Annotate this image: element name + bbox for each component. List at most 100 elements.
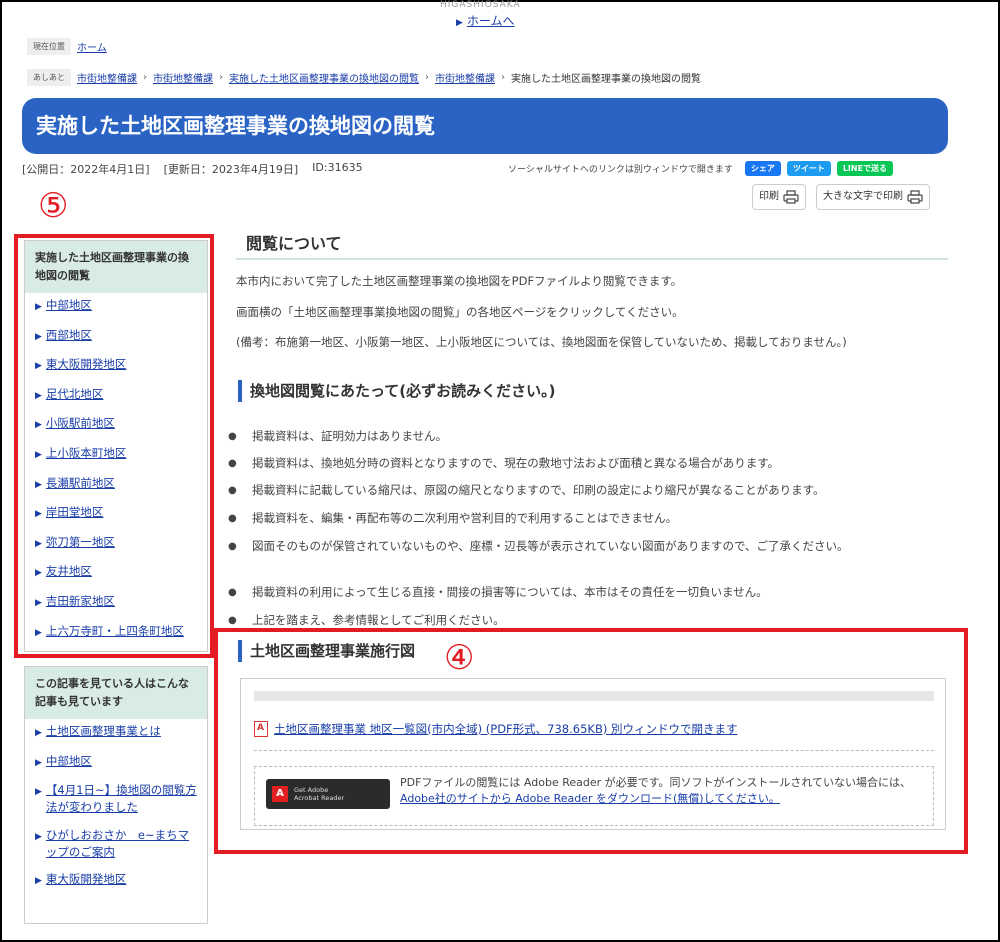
sidebar-item-link[interactable]: 友井地区 bbox=[46, 563, 92, 582]
sidebar-item-link[interactable]: 長瀬駅前地区 bbox=[46, 475, 115, 494]
notice-bullet: ● 掲載資料は、換地処分時の資料となりますので、現在の敷地寸法および面積と異なる場… bbox=[228, 454, 943, 473]
breadcrumb-separator-icon: › bbox=[143, 72, 147, 83]
bullet-icon: ● bbox=[228, 587, 237, 598]
related-item-link[interactable]: 東大阪開発地区 bbox=[46, 871, 127, 890]
site-id-text: HIGASHIOSAKA bbox=[440, 0, 521, 10]
sidebar-item[interactable]: ▶ 西部地区 bbox=[35, 327, 197, 346]
sidebar-item-link[interactable]: 東大阪開発地区 bbox=[46, 356, 127, 375]
social-links: ソーシャルサイトへのリンクは別ウィンドウで開きます シェア ツイート LINEで… bbox=[508, 161, 894, 176]
home-link-top[interactable]: ▶ ホームへ bbox=[456, 12, 515, 29]
location-home-link[interactable]: ホーム bbox=[77, 39, 107, 54]
page-meta: [公開日：2022年4月1日] [更新日：2023年4月19日] ID:3163… bbox=[22, 161, 363, 177]
related-item[interactable]: ▶ 中部地区 bbox=[35, 753, 197, 772]
breadcrumb-item[interactable]: 市街地整備課 bbox=[77, 70, 137, 85]
triangle-right-icon: ▶ bbox=[35, 831, 42, 842]
sidebar-item[interactable]: ▶ 小阪駅前地区 bbox=[35, 415, 197, 434]
sidebar-item-link[interactable]: 足代北地区 bbox=[46, 386, 104, 405]
sidebar-item-link[interactable]: 吉田新家地区 bbox=[46, 593, 115, 612]
sidebar-item[interactable]: ▶ 東大阪開発地区 bbox=[35, 356, 197, 375]
sidebar-item-link[interactable]: 弥刀第一地区 bbox=[46, 534, 115, 553]
print-large-label: 大きな文字で印刷 bbox=[823, 191, 903, 202]
triangle-right-icon: ▶ bbox=[35, 420, 42, 431]
sidebar-item[interactable]: ▶ 弥刀第一地区 bbox=[35, 534, 197, 553]
sidebar-item[interactable]: ▶ 足代北地区 bbox=[35, 386, 197, 405]
adobe-badge-line2: Acrobat Reader bbox=[294, 794, 345, 802]
triangle-right-icon: ▶ bbox=[35, 538, 42, 549]
sidebar-item[interactable]: ▶ 長瀬駅前地区 bbox=[35, 475, 197, 494]
related-list: ▶ 土地区画整理事業とは ▶ 中部地区 ▶ 【4月1日~】換地図の閲覧方法が変わりまし… bbox=[25, 719, 207, 890]
breadcrumb-item[interactable]: 市街地整備課 bbox=[153, 70, 213, 85]
adobe-download-link[interactable]: Adobe社のサイトから Adobe Reader をダウンロード(無償)してく… bbox=[400, 792, 780, 805]
bullet-text: 掲載資料は、換地処分時の資料となりますので、現在の敷地寸法および面積と異なる場合… bbox=[252, 456, 780, 470]
pdf-box-strip bbox=[254, 691, 934, 701]
breadcrumb-separator-icon: › bbox=[425, 72, 429, 83]
location-row: 現在位置 ホーム bbox=[27, 38, 107, 55]
breadcrumb-item[interactable]: 実施した土地区画整理事業の換地図の閲覧 bbox=[229, 70, 419, 85]
updated-date: [更新日：2023年4月19日] bbox=[163, 163, 299, 176]
related-item[interactable]: ▶ 【4月1日~】換地図の閲覧方法が変わりました bbox=[35, 782, 197, 816]
sidebar-item[interactable]: ▶ 上六万寺町・上四条町地区 bbox=[35, 623, 197, 642]
bullet-icon: ● bbox=[228, 458, 237, 469]
related-item-link[interactable]: 土地区画整理事業とは bbox=[46, 723, 161, 742]
line-share-button[interactable]: LINEで送る bbox=[836, 161, 894, 176]
sidebar-item-link[interactable]: 西部地区 bbox=[46, 327, 92, 346]
sidebar-nav: 実施した土地区画整理事業の換地図の閲覧 ▶ 中部地区 ▶ 西部地区 ▶ 東大阪開発地区… bbox=[24, 240, 208, 652]
related-item-link[interactable]: ひがしおおさか e~まちマップのご案内 bbox=[46, 827, 197, 861]
adobe-badge-line1: Get Adobe bbox=[294, 786, 329, 794]
twitter-share-button[interactable]: ツイート bbox=[786, 161, 831, 176]
adobe-notice-label: PDFファイルの閲覧には Adobe Reader が必要です。同ソフトがインス… bbox=[400, 776, 911, 789]
sidebar-item[interactable]: ▶ 上小阪本町地区 bbox=[35, 445, 197, 464]
print-button[interactable]: 印刷 bbox=[752, 184, 806, 210]
related-articles: この記事を見ている人はこんな記事も見ています ▶ 土地区画整理事業とは ▶ 中部地区… bbox=[24, 666, 208, 924]
intro-paragraph-1: 本市内において完了した土地区画整理事業の換地図をPDFファイルより閲覧できます。 bbox=[236, 274, 683, 288]
adobe-badge-text: Get Adobe Acrobat Reader bbox=[294, 786, 344, 802]
published-date: [公開日：2022年4月1日] bbox=[22, 163, 150, 176]
breadcrumb-tag: あしあと bbox=[27, 69, 71, 86]
sidebar-item-link[interactable]: 岸田堂地区 bbox=[46, 504, 104, 523]
adobe-reader-badge[interactable]: A Get Adobe Acrobat Reader bbox=[266, 779, 390, 809]
intro-paragraph-2: 画面横の「土地区画整理事業換地図の閲覧」の各地区ページをクリックしてください。 bbox=[236, 305, 684, 319]
facebook-share-button[interactable]: シェア bbox=[744, 161, 781, 176]
notice-bullet: ● 掲載資料に記載している縮尺は、原図の縮尺となりますので、印刷の設定により縮尺が… bbox=[228, 481, 943, 500]
notice-heading: 換地図閲覧にあたって(必ずお読みください。) bbox=[238, 380, 555, 402]
adobe-logo-icon: A bbox=[272, 786, 288, 802]
related-item[interactable]: ▶ 土地区画整理事業とは bbox=[35, 723, 197, 742]
breadcrumb: あしあと 市街地整備課 › 市街地整備課 › 実施した土地区画整理事業の換地図の… bbox=[27, 69, 701, 86]
print-large-button[interactable]: 大きな文字で印刷 bbox=[816, 184, 930, 210]
pdf-download-link[interactable]: 土地区画整理事業 地区一覧図(市内全域) (PDF形式、738.65KB) 別ウ… bbox=[254, 721, 737, 737]
printer-icon bbox=[907, 190, 923, 204]
bullet-text: 掲載資料の利用によって生じる直接・間接の損害等については、本市はその責任を一切負… bbox=[252, 585, 768, 599]
breadcrumb-item[interactable]: 市街地整備課 bbox=[435, 70, 495, 85]
annotation-marker-4: ④ bbox=[444, 638, 475, 678]
sidebar-item-link[interactable]: 上六万寺町・上四条町地区 bbox=[46, 623, 184, 642]
triangle-right-icon: ▶ bbox=[35, 509, 42, 520]
related-item[interactable]: ▶ ひがしおおさか e~まちマップのご案内 bbox=[35, 827, 197, 861]
sidebar-item-link[interactable]: 上小阪本町地区 bbox=[46, 445, 127, 464]
triangle-right-icon: ▶ bbox=[35, 787, 42, 798]
related-item-link[interactable]: 【4月1日~】換地図の閲覧方法が変わりました bbox=[46, 782, 197, 816]
related-item[interactable]: ▶ 東大阪開発地区 bbox=[35, 871, 197, 890]
breadcrumb-separator-icon: › bbox=[501, 72, 505, 83]
location-tag: 現在位置 bbox=[27, 38, 71, 55]
sidebar-item[interactable]: ▶ 吉田新家地区 bbox=[35, 593, 197, 612]
sidebar-item[interactable]: ▶ 岸田堂地区 bbox=[35, 504, 197, 523]
bullet-icon: ● bbox=[228, 513, 237, 524]
print-label: 印刷 bbox=[759, 191, 779, 202]
sidebar-item[interactable]: ▶ 友井地区 bbox=[35, 563, 197, 582]
sidebar-item-link[interactable]: 小阪駅前地区 bbox=[46, 415, 115, 434]
notice-bullet: ● 掲載資料は、証明効力はありません。 bbox=[228, 427, 943, 446]
social-note: ソーシャルサイトへのリンクは別ウィンドウで開きます bbox=[508, 165, 733, 175]
related-item-link[interactable]: 中部地区 bbox=[46, 753, 92, 772]
section-title: 閲覧について bbox=[246, 234, 342, 253]
bullet-text: 図面そのものが保管されていないものや、座標・辺長等が表示されていない図面がありま… bbox=[252, 539, 849, 553]
sidebar-item-link[interactable]: 中部地区 bbox=[46, 297, 92, 316]
pdf-link-label[interactable]: 土地区画整理事業 地区一覧図(市内全域) (PDF形式、738.65KB) 別ウ… bbox=[274, 721, 737, 737]
sidebar-item[interactable]: ▶ 中部地区 bbox=[35, 297, 197, 316]
breadcrumb-current: 実施した土地区画整理事業の換地図の閲覧 bbox=[511, 74, 701, 85]
triangle-right-icon: ▶ bbox=[35, 757, 42, 768]
sidebar-list: ▶ 中部地区 ▶ 西部地区 ▶ 東大阪開発地区 ▶ 足代北地区 ▶ 小阪駅前地区 ▶ 上小阪… bbox=[25, 293, 207, 642]
pdf-section-heading: 土地区画整理事業施行図 bbox=[238, 640, 415, 662]
notice-bullet: ● 掲載資料の利用によって生じる直接・間接の損害等については、本市はその責任を一切… bbox=[228, 583, 943, 602]
bullet-icon: ● bbox=[228, 541, 237, 552]
home-link-label[interactable]: ホームへ bbox=[467, 14, 515, 28]
